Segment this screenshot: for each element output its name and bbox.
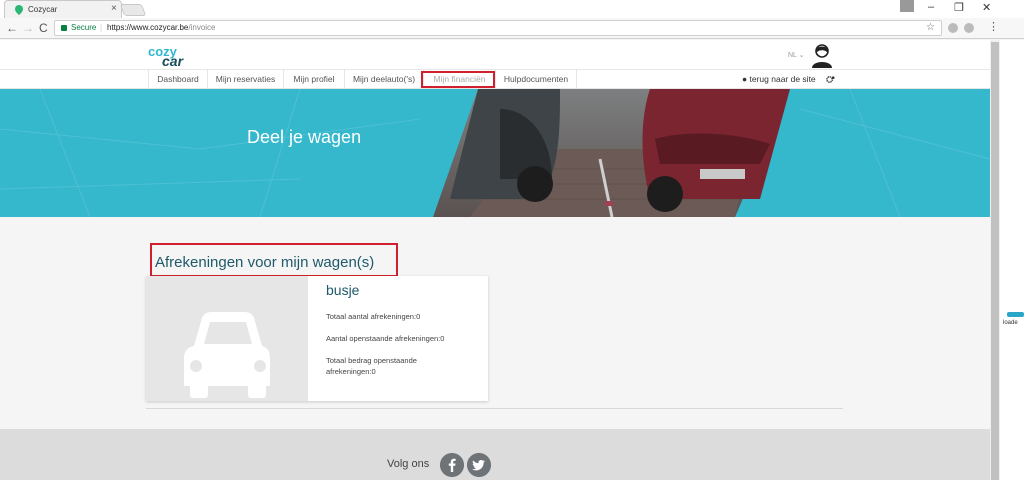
reload-button[interactable]: C	[39, 21, 48, 35]
extension-icon[interactable]	[964, 23, 974, 33]
lock-icon	[61, 25, 67, 31]
extension-icon[interactable]	[948, 23, 958, 33]
browser-tab[interactable]: Cozycar ×	[4, 0, 122, 18]
url-text: https://www.cozycar.be/invoice	[107, 21, 216, 35]
address-bar[interactable]: Secure | https://www.cozycar.be/invoice …	[54, 20, 942, 36]
open-amount: Totaal bedrag openstaande afrekeningen:0	[326, 356, 417, 376]
cozycar-logo[interactable]: cozy car	[148, 44, 208, 70]
address-separator: |	[100, 23, 103, 32]
browser-toolbar: ← → C Secure | https://www.cozycar.be/in…	[0, 18, 1024, 39]
browser-tab-title: Cozycar	[28, 5, 58, 14]
settings-gear-icon[interactable]	[826, 75, 835, 84]
twitter-icon[interactable]	[467, 453, 491, 477]
follow-us-label: Volg ons	[387, 458, 430, 470]
new-tab-button[interactable]	[119, 4, 147, 16]
bookmark-star-icon[interactable]: ☆	[926, 21, 935, 35]
browser-tab-bar: Cozycar × – ❐ ✕	[0, 0, 1024, 18]
site-footer: Volg ons	[0, 429, 990, 480]
site-header: cozy car NL ⌄	[0, 40, 990, 70]
open-settlements: Aantal openstaande afrekeningen:0	[326, 334, 445, 343]
web-page: cozy car NL ⌄ Dashboard Mijn reservaties…	[0, 40, 990, 480]
main-navigation: Dashboard Mijn reservaties Mijn profiel …	[0, 69, 990, 89]
right-gutter	[1000, 40, 1024, 480]
side-loader-text: loade	[1003, 320, 1018, 326]
car-placeholder-image	[146, 276, 308, 401]
nav-profile[interactable]: Mijn profiel	[283, 70, 344, 89]
side-loader-widget[interactable]	[1007, 312, 1024, 317]
back-button[interactable]: ←	[6, 21, 18, 35]
nav-dashboard[interactable]: Dashboard	[148, 70, 207, 89]
car-name: busje	[326, 282, 360, 298]
car-card[interactable]: busje Totaal aantal afrekeningen:0 Aanta…	[146, 276, 488, 401]
tab-close-icon[interactable]: ×	[111, 3, 117, 14]
browser-menu-icon[interactable]: ⋮	[988, 20, 999, 33]
forward-button[interactable]: →	[22, 21, 34, 35]
nav-reservations[interactable]: Mijn reservaties	[207, 70, 283, 89]
back-to-site-link[interactable]: ● terug naar de site	[742, 70, 816, 89]
hero-parked-cars-image	[0, 89, 990, 217]
content-divider	[146, 408, 843, 409]
hero-title: Deel je wagen	[247, 127, 362, 147]
nav-shared-cars[interactable]: Mijn deelauto('s)	[344, 70, 423, 89]
back-to-site-label: terug naar de site	[749, 74, 816, 84]
facebook-icon[interactable]	[440, 453, 464, 477]
close-window-button[interactable]: ✕	[982, 1, 991, 14]
nav-help-documents[interactable]: Hulpdocumenten	[495, 70, 577, 89]
profile-icon[interactable]	[900, 0, 914, 12]
total-settlements: Totaal aantal afrekeningen:0	[326, 312, 421, 321]
url-host: https://www.cozycar.be	[107, 23, 189, 32]
logo-text-bottom: car	[162, 53, 184, 69]
minimize-button[interactable]: –	[928, 1, 934, 13]
finances-highlight-box	[421, 71, 495, 88]
restore-button[interactable]: ❐	[954, 1, 964, 14]
language-selector[interactable]: NL ⌄	[788, 51, 805, 59]
user-avatar-icon[interactable]	[810, 42, 834, 68]
url-path: /invoice	[188, 23, 216, 32]
scrollbar-thumb[interactable]	[991, 42, 999, 480]
hero-banner: Deel je wagen	[0, 89, 990, 217]
title-highlight-box	[150, 243, 398, 277]
car-icon	[184, 312, 270, 398]
location-pin-icon	[15, 5, 23, 15]
globe-icon: ●	[742, 74, 750, 84]
secure-label: Secure	[71, 23, 97, 32]
